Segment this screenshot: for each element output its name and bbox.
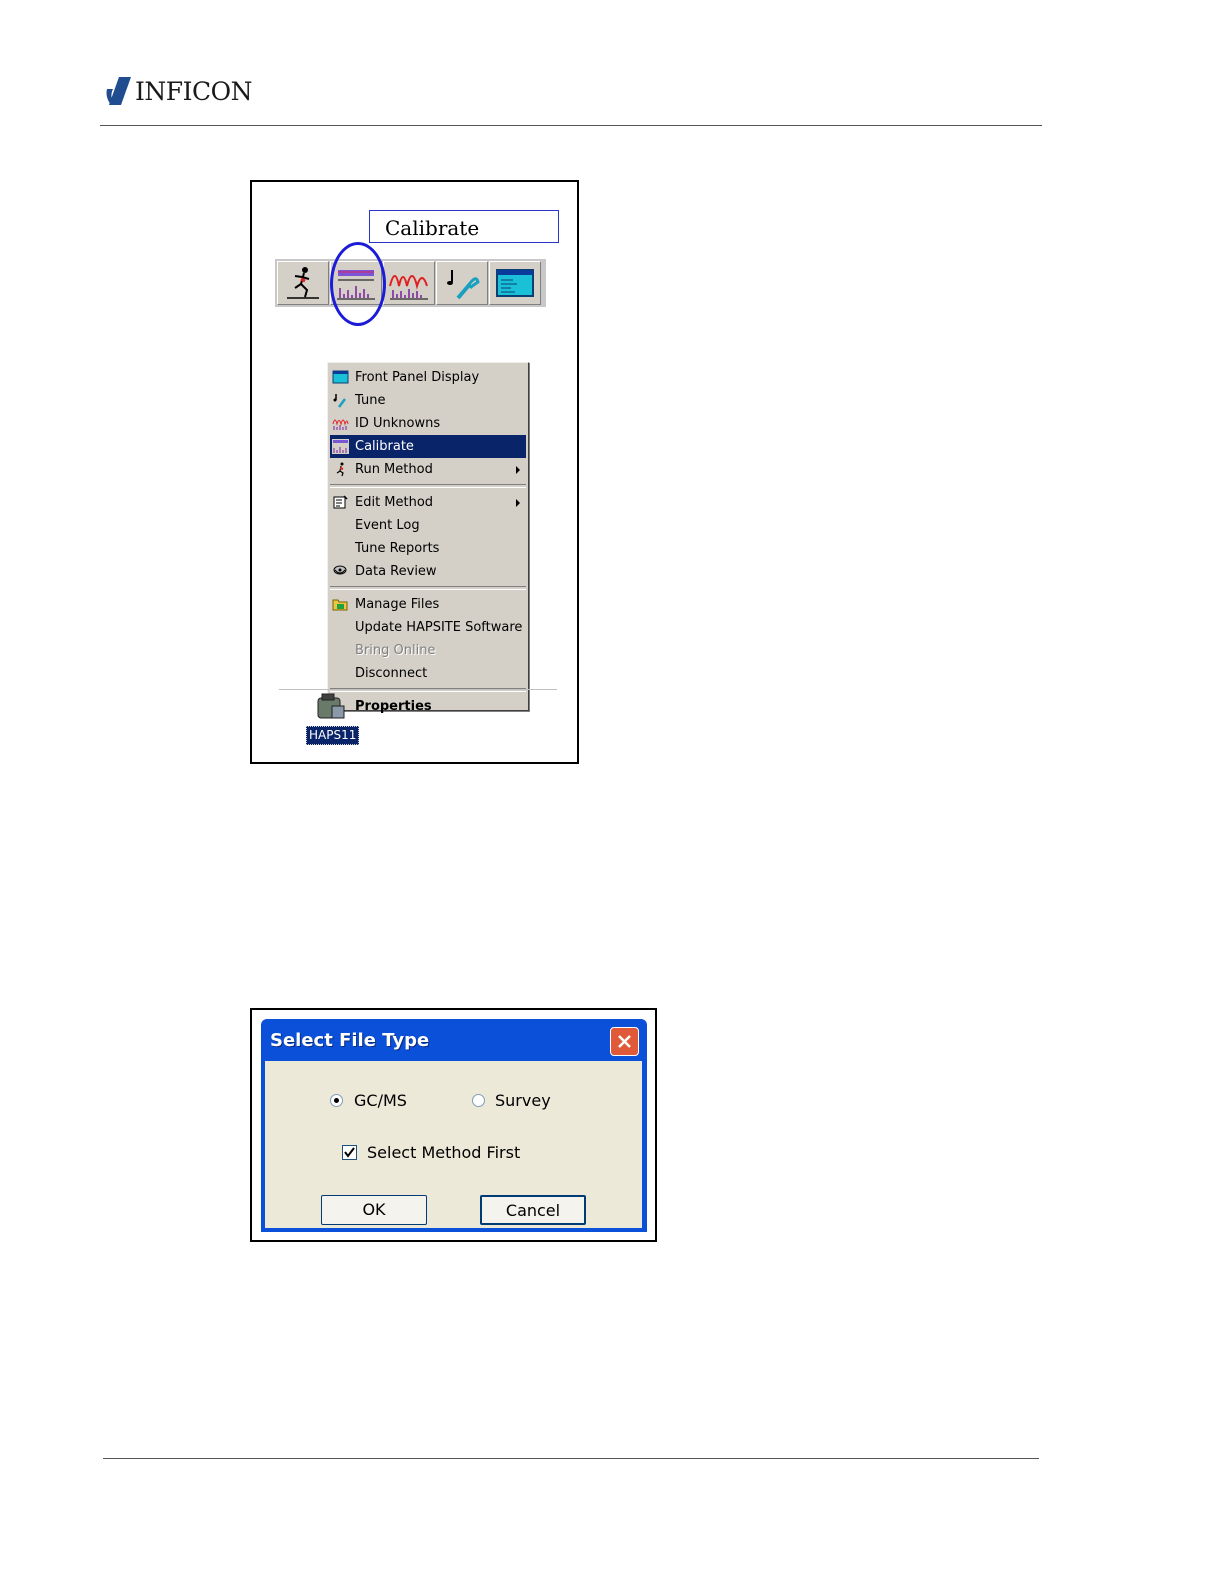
menu-item-bring-online: Bring Online: [330, 639, 526, 662]
dialog-title: Select File Type: [270, 1030, 430, 1051]
brand-name: INFICON: [135, 76, 252, 106]
menu-item-label: ID Unknowns: [355, 416, 441, 431]
menu-item-tune-reports[interactable]: Tune Reports: [330, 537, 526, 560]
menu-item-tune[interactable]: Tune: [330, 389, 526, 412]
folder-icon: [332, 599, 348, 611]
menu-item-label: Properties: [355, 699, 432, 714]
running-man-icon: [287, 267, 319, 299]
menu-item-manage-files[interactable]: Manage Files: [330, 593, 526, 616]
desktop-icon-label[interactable]: HAPS11: [306, 726, 360, 745]
gcms-radio-label[interactable]: GC/MS: [354, 1091, 407, 1110]
menu-item-label: Calibrate: [355, 439, 414, 454]
menu-item-label: Tune: [355, 393, 386, 408]
checkmark-icon: [344, 1147, 355, 1158]
submenu-arrow-icon: [516, 466, 520, 474]
menu-item-edit-method[interactable]: Edit Method: [330, 491, 526, 514]
hapsite-device-icon[interactable]: [314, 692, 346, 720]
menu-separator: [330, 484, 526, 488]
edit-document-icon: [333, 495, 348, 509]
menu-item-label: Edit Method: [355, 495, 434, 510]
footer-rule: [103, 1458, 1039, 1459]
dialog-close-button[interactable]: [610, 1027, 639, 1056]
submenu-arrow-icon: [516, 499, 520, 507]
menu-item-properties[interactable]: Properties: [330, 695, 526, 718]
dialog-body: GC/MS Survey Select Method First OK Canc…: [265, 1061, 642, 1228]
ok-button[interactable]: OK: [321, 1195, 427, 1225]
header-rule: [100, 125, 1042, 126]
menu-item-label: Data Review: [355, 564, 437, 579]
tune-fork-icon: [333, 394, 346, 408]
menu-item-label: Manage Files: [355, 597, 440, 612]
running-man-icon: [336, 462, 344, 477]
data-review-icon: [333, 565, 347, 575]
menu-item-label: Event Log: [355, 518, 420, 533]
menu-item-disconnect[interactable]: Disconnect: [330, 662, 526, 685]
menu-item-run-method[interactable]: Run Method: [330, 458, 526, 481]
menu-item-label: Front Panel Display: [355, 370, 480, 385]
toolbar-front-panel-button[interactable]: [489, 261, 541, 305]
inficon-logo: INFICON: [103, 74, 253, 108]
menu-item-event-log[interactable]: Event Log: [330, 514, 526, 537]
menu-item-data-review[interactable]: Data Review: [330, 560, 526, 583]
survey-radio-label[interactable]: Survey: [495, 1091, 551, 1110]
menu-separator: [330, 586, 526, 590]
toolbar-id-unknowns-button[interactable]: [383, 261, 435, 305]
survey-radio[interactable]: [472, 1094, 485, 1107]
highlight-circle: [330, 242, 386, 326]
calibrate-tooltip: Calibrate: [369, 210, 559, 243]
menu-item-update-software[interactable]: Update HAPSITE Software: [330, 616, 526, 639]
inficon-mark-icon: [106, 77, 131, 105]
menu-item-label: Update HAPSITE Software: [355, 620, 523, 635]
menu-item-label: Run Method: [355, 462, 433, 477]
menu-item-label: Tune Reports: [355, 541, 440, 556]
menu-item-front-panel-display[interactable]: Front Panel Display: [330, 366, 526, 389]
toolbar: [275, 259, 546, 307]
select-method-first-label[interactable]: Select Method First: [367, 1143, 520, 1162]
peaks-spectrum-icon: [332, 419, 349, 430]
menu-item-label: Bring Online: [355, 643, 436, 658]
menu-item-label: Disconnect: [355, 666, 428, 681]
desktop-divider: [279, 689, 557, 690]
tune-fork-icon: [447, 270, 480, 300]
context-menu: Front Panel Display Tune ID Unknowns Cal…: [327, 362, 529, 714]
front-panel-display-icon: [332, 370, 349, 384]
menu-item-calibrate[interactable]: Calibrate: [330, 435, 526, 458]
peaks-spectrum-icon: [389, 275, 428, 300]
close-icon: [618, 1035, 631, 1048]
cancel-button[interactable]: Cancel: [480, 1195, 586, 1225]
gcms-radio[interactable]: [330, 1094, 343, 1107]
calibrate-spectrum-icon: [332, 439, 349, 454]
front-panel-display-icon: [496, 269, 534, 297]
toolbar-tune-button[interactable]: [436, 261, 488, 305]
select-method-first-checkbox[interactable]: [342, 1145, 357, 1160]
menu-item-id-unknowns[interactable]: ID Unknowns: [330, 412, 526, 435]
toolbar-run-method-button[interactable]: [277, 261, 329, 305]
